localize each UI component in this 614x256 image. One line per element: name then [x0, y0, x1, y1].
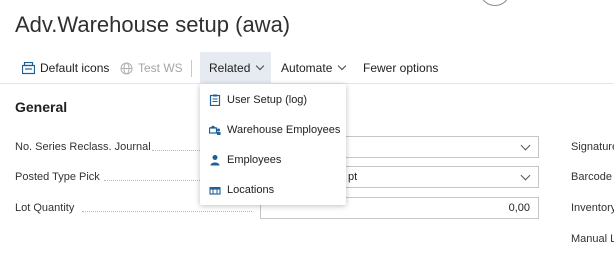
chevron-down-icon	[256, 61, 265, 71]
menu-item-warehouse-employees[interactable]: Warehouse Employees	[200, 115, 346, 145]
locations-icon	[209, 184, 221, 196]
chevron-down-icon	[338, 61, 347, 71]
page-title: Adv.Warehouse setup (awa)	[15, 12, 291, 37]
related-dropdown-menu: User Setup (log) Warehouse Employees Emp…	[200, 84, 346, 205]
field-label-signature: Signature	[571, 141, 614, 153]
menu-item-label: User Setup (log)	[227, 94, 308, 106]
warehouse-employees-icon	[208, 124, 221, 136]
toolbar-divider	[191, 60, 192, 77]
test-ws-button[interactable]: Test WS	[120, 52, 183, 84]
automate-label: Automate	[281, 61, 333, 75]
menu-item-label: Employees	[227, 154, 282, 166]
chevron-down-icon	[520, 170, 531, 181]
globe-icon	[120, 62, 133, 75]
user-avatar-edge[interactable]	[481, 0, 509, 6]
fewer-options-label: Fewer options	[363, 61, 439, 75]
menu-item-label: Warehouse Employees	[227, 124, 341, 136]
field-label-no-series-reclass: No. Series Reclass. Journal	[15, 141, 151, 153]
automate-menu-button[interactable]: Automate	[281, 52, 347, 84]
fewer-options-button[interactable]: Fewer options	[363, 52, 438, 84]
field-label-manual: Manual L	[571, 233, 614, 245]
field-label-inventory: Inventory	[571, 202, 614, 214]
person-icon	[209, 154, 221, 166]
related-label: Related	[209, 61, 251, 75]
related-menu-button[interactable]: Related	[200, 52, 272, 84]
posted-type-pick-value: pt	[348, 171, 358, 183]
field-label-lot-quantity: Lot Quantity	[15, 202, 75, 214]
action-toolbar: Default icons Test WS Related Automate F…	[0, 52, 614, 84]
default-icons-icon	[21, 61, 36, 75]
menu-item-user-setup-log[interactable]: User Setup (log)	[200, 85, 346, 115]
lot-quantity-value: 0,00	[508, 202, 530, 214]
section-title-general: General	[15, 99, 68, 115]
clipboard-icon	[209, 94, 221, 107]
menu-item-locations[interactable]: Locations	[200, 175, 346, 205]
menu-item-employees[interactable]: Employees	[200, 145, 346, 175]
leader-dots	[82, 211, 252, 212]
menu-item-label: Locations	[227, 184, 275, 196]
test-ws-label: Test WS	[138, 61, 183, 75]
chevron-down-icon	[520, 140, 531, 151]
default-icons-button[interactable]: Default icons	[21, 52, 110, 84]
field-label-posted-type-pick: Posted Type Pick	[15, 171, 100, 183]
field-label-barcode: Barcode	[571, 171, 612, 183]
default-icons-label: Default icons	[40, 61, 110, 75]
